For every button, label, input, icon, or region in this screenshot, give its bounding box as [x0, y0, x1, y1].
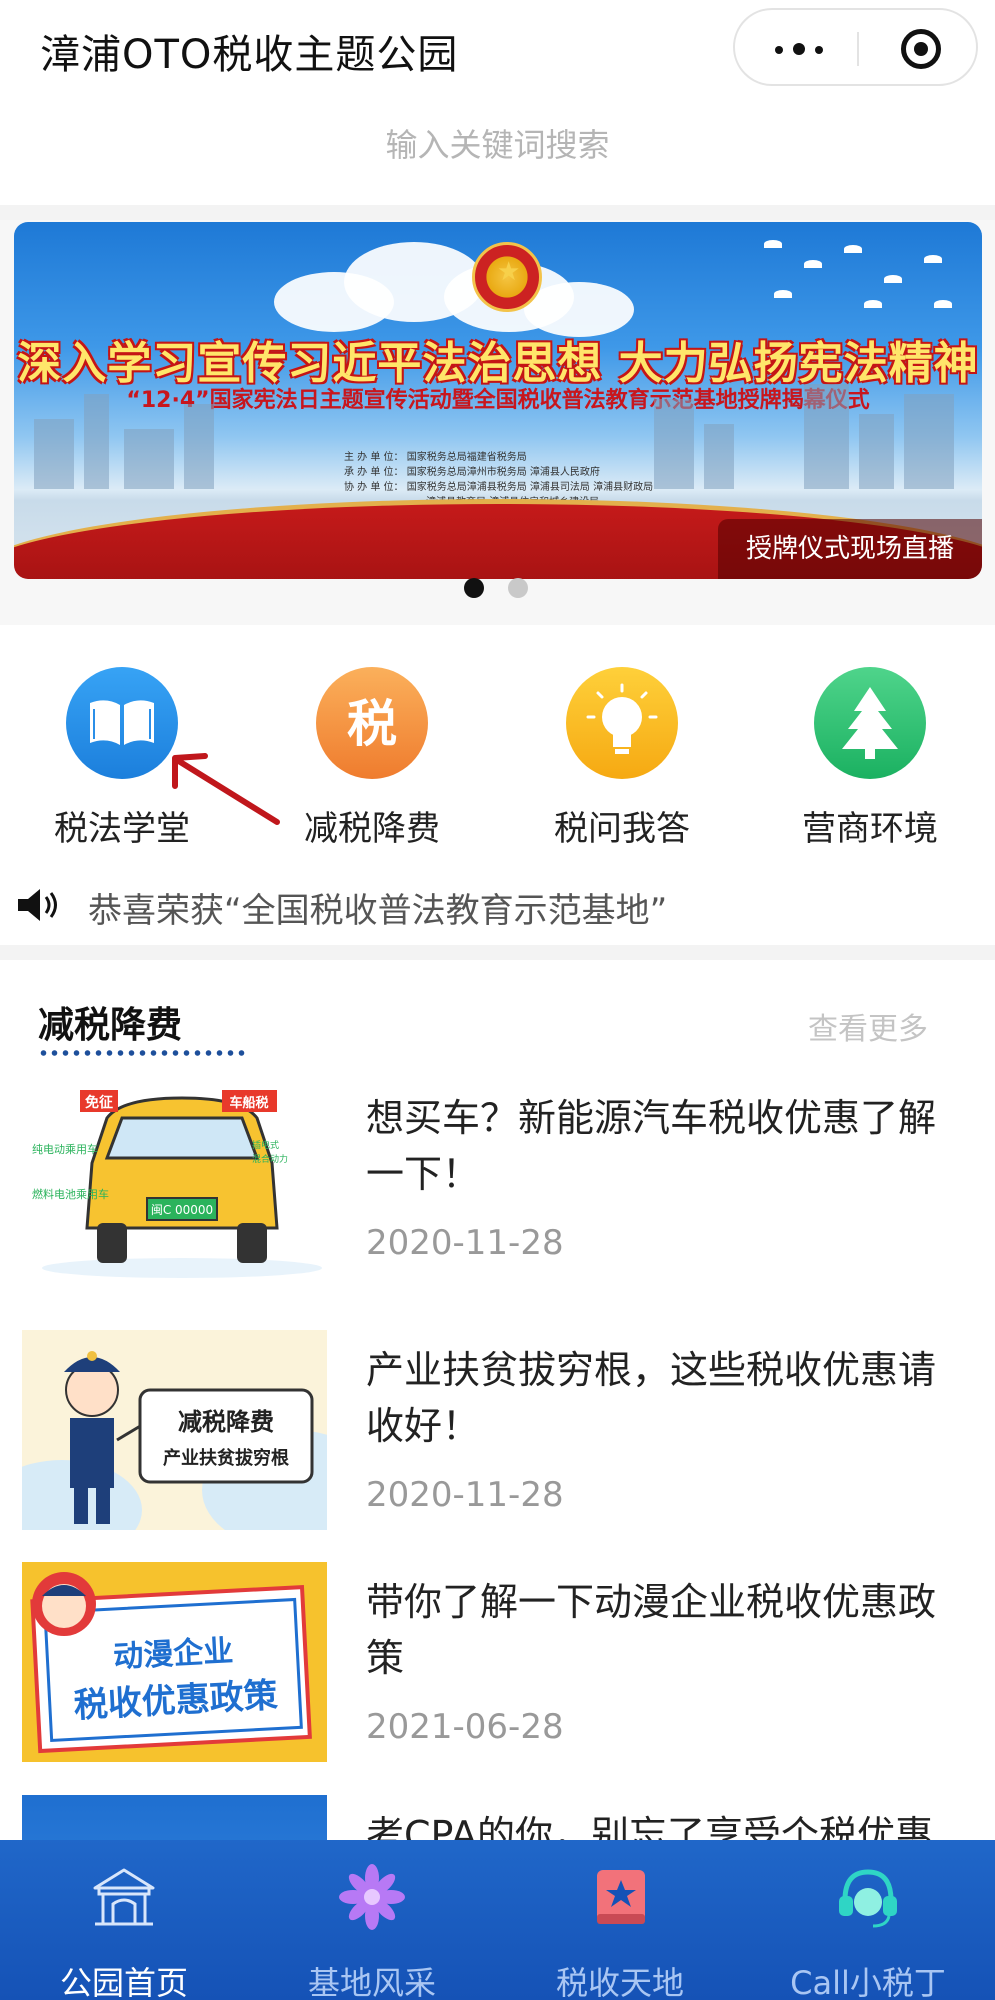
article-title: 产业扶贫拔穷根，这些税收优惠请收好！ — [366, 1348, 937, 1448]
page-title: 漳浦OTO税收主题公园 — [40, 32, 459, 78]
book-star-icon — [585, 1862, 655, 1932]
search-input[interactable] — [197, 110, 798, 180]
article-date: 2020-11-28 — [366, 1223, 564, 1263]
article-date: 2020-11-28 — [366, 1475, 564, 1515]
article-thumbnail: 闽C 00000 免征 车船税 纯电动乘用车 燃料电池乘用车 插电式混合动力 — [22, 1078, 327, 1278]
flower-icon — [337, 1862, 407, 1932]
article-date: 2021-06-28 — [366, 1707, 564, 1747]
article-thumbnail: 动漫企业 税收优惠政策 — [22, 1562, 327, 1762]
carousel-indicator — [464, 578, 534, 598]
book-icon — [66, 667, 178, 779]
carousel-dot[interactable] — [508, 578, 528, 598]
quick-nav-tax-reduction[interactable]: 税 减税降费 — [262, 667, 482, 850]
quick-nav: 税法学堂 税 减税降费 税问我答 营商环境 — [0, 625, 995, 865]
quick-nav-business-environment[interactable]: 营商环境 — [760, 667, 980, 850]
more-options-icon[interactable] — [771, 34, 831, 64]
svg-text:税: 税 — [347, 695, 397, 753]
svg-text:动漫企业: 动漫企业 — [113, 1634, 235, 1675]
svg-text:车船税: 车船税 — [229, 1095, 268, 1111]
park-gate-icon — [89, 1862, 159, 1932]
tax-icon: 税 — [316, 667, 428, 779]
tab-call-xiaoshuiding[interactable]: Call小税丁 — [744, 1862, 992, 2000]
article-title: 带你了解一下动漫企业税收优惠政策 — [366, 1580, 937, 1680]
section-title: 减税降费 — [38, 1005, 183, 1046]
article-item[interactable]: 减税降费 产业扶贫拔穷根 产业扶贫拔穷根，这些税收优惠请收好！ 2020-11-… — [0, 1330, 995, 1545]
divider — [0, 205, 995, 220]
carousel-dot-active[interactable] — [464, 578, 484, 598]
nav-header: 漳浦OTO税收主题公园 — [0, 0, 995, 95]
svg-text:产业扶贫拔穷根: 产业扶贫拔穷根 — [163, 1447, 289, 1469]
article-item[interactable]: 动漫企业 税收优惠政策 带你了解一下动漫企业税收优惠政策 2021-06-28 — [0, 1562, 995, 1777]
lightbulb-icon — [566, 667, 678, 779]
svg-text:减税降费: 减税降费 — [178, 1408, 274, 1436]
quick-nav-tax-law-classroom[interactable]: 税法学堂 — [12, 667, 232, 850]
headset-icon — [833, 1862, 903, 1932]
tab-base-style[interactable]: 基地风采 — [248, 1862, 496, 2000]
banner-slide[interactable]: 深入学习宣传习近平法治思想 大力弘扬宪法精神 “12·4”国家宪法日主题宣传活动… — [14, 222, 982, 579]
svg-text:燃料电池乘用车: 燃料电池乘用车 — [32, 1187, 109, 1201]
tab-tax-world[interactable]: 税收天地 — [496, 1862, 744, 2000]
capsule-divider — [857, 32, 859, 66]
notice-bar[interactable]: 恭喜荣获“全国税收普法教育示范基地” — [0, 865, 995, 945]
miniprogram-capsule — [733, 8, 978, 86]
live-broadcast-label: 授牌仪式现场直播 — [717, 519, 982, 579]
speaker-icon — [18, 889, 57, 921]
article-item[interactable]: 闽C 00000 免征 车船税 纯电动乘用车 燃料电池乘用车 插电式混合动力 想… — [0, 1078, 995, 1293]
article-title: 想买车？新能源汽车税收优惠了解一下！ — [366, 1096, 937, 1196]
svg-text:闽C 00000: 闽C 00000 — [151, 1203, 213, 1217]
tax-emblem-icon — [472, 242, 542, 312]
section-title-underline — [38, 1050, 248, 1056]
quick-nav-tax-qa[interactable]: 税问我答 — [512, 667, 732, 850]
search-bar — [0, 110, 995, 180]
doves-decoration — [744, 230, 964, 330]
tab-park-home[interactable]: 公园首页 — [0, 1862, 248, 2000]
svg-text:免征: 免征 — [85, 1094, 113, 1111]
article-thumbnail: 减税降费 产业扶贫拔穷根 — [22, 1330, 327, 1530]
notice-text: 恭喜荣获“全国税收普法教育示范基地” — [88, 891, 668, 931]
bottom-tab-bar: 公园首页 基地风采 税收天地 Call小税丁 — [0, 1840, 995, 2000]
divider — [0, 945, 995, 960]
close-miniprogram-icon[interactable] — [901, 29, 941, 69]
svg-text:纯电动乘用车: 纯电动乘用车 — [32, 1142, 98, 1156]
view-more-link[interactable]: 查看更多 — [808, 1004, 928, 1048]
tree-icon — [814, 667, 926, 779]
